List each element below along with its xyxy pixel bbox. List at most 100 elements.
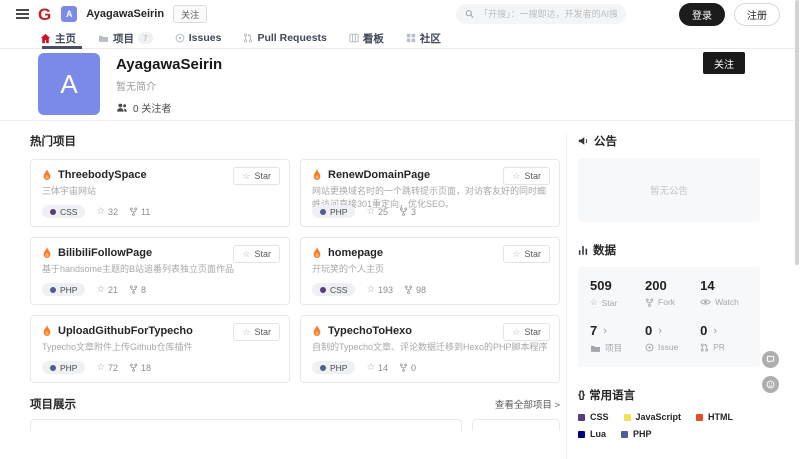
- search-icon: [465, 9, 474, 19]
- languages-list: CSS JavaScript HTML Lua PHP: [578, 412, 760, 439]
- star-count[interactable]: ☆193: [366, 284, 393, 295]
- view-all-projects-link[interactable]: 查看全部项目 >: [495, 397, 560, 411]
- follow-button[interactable]: 关注: [703, 52, 745, 74]
- followers-count: 0 关注者: [133, 100, 171, 115]
- stat-fork[interactable]: 200 Fork: [645, 278, 700, 308]
- language-item: Lua: [578, 429, 606, 439]
- scrollbar-thumb[interactable]: [795, 0, 799, 265]
- stat-prs[interactable]: 0› PR: [700, 323, 748, 354]
- languages-section: {} 常用语言 CSS JavaScript HTML Lua PHP: [578, 387, 760, 439]
- profile-bio: 暂无简介: [116, 78, 800, 93]
- register-button[interactable]: 注册: [734, 3, 780, 26]
- language-pill: PHP: [42, 361, 85, 374]
- star-icon: ☆: [242, 171, 250, 182]
- stat-watch[interactable]: 14 Watch: [700, 278, 748, 308]
- search-box[interactable]: [456, 4, 626, 24]
- project-description: Typecho文章附件上传Github仓库插件: [42, 341, 278, 354]
- language-color-swatch: [578, 414, 585, 421]
- flame-icon: [312, 247, 322, 259]
- gitee-logo[interactable]: G: [38, 6, 51, 23]
- announcement-title: 公告: [594, 133, 617, 149]
- profile-avatar: A: [38, 53, 100, 115]
- fork-icon: [645, 298, 654, 307]
- announcement-empty-text: 暂无公告: [650, 183, 688, 197]
- star-button[interactable]: ☆Star: [233, 167, 280, 185]
- tab-label: 主页: [55, 31, 76, 46]
- fork-count[interactable]: 3: [399, 207, 416, 217]
- languages-title: 常用语言: [589, 387, 635, 403]
- header-username[interactable]: AyagawaSeirin: [86, 8, 164, 20]
- floating-feedback-button[interactable]: [762, 351, 779, 368]
- fork-count[interactable]: 18: [129, 363, 151, 373]
- project-name[interactable]: TypechoToHexo: [328, 325, 412, 337]
- feedback-icon: [766, 355, 775, 364]
- fork-icon: [129, 363, 138, 372]
- announcement-empty-box: 暂无公告: [578, 158, 760, 222]
- star-count[interactable]: ☆32: [96, 206, 118, 217]
- project-description: 基于handsome主题的B站追番列表独立页面作品: [42, 263, 278, 276]
- star-count[interactable]: ☆21: [96, 284, 118, 295]
- project-card[interactable]: UploadGithubForTypecho ☆Star Typecho文章附件…: [30, 315, 290, 383]
- language-pill: CSS: [312, 283, 355, 296]
- profile-name: AyagawaSeirin: [116, 56, 800, 73]
- floating-service-button[interactable]: [762, 376, 779, 393]
- stat-issues[interactable]: 0› Issue: [645, 323, 700, 354]
- language-dot: [50, 287, 56, 293]
- tab-board[interactable]: 看板: [349, 28, 384, 48]
- flame-icon: [312, 169, 322, 181]
- project-name[interactable]: RenewDomainPage: [328, 169, 430, 181]
- star-button[interactable]: ☆Star: [503, 245, 550, 263]
- star-count[interactable]: ☆25: [366, 206, 388, 217]
- home-icon: [40, 33, 51, 44]
- pull-request-icon: [700, 343, 709, 352]
- folder-icon: [590, 344, 601, 353]
- projects-count-badge: 7: [138, 32, 153, 44]
- star-icon: ☆: [96, 284, 105, 295]
- fork-icon: [129, 285, 138, 294]
- language-dot: [50, 209, 56, 215]
- fork-count[interactable]: 98: [404, 285, 426, 295]
- project-name[interactable]: UploadGithubForTypecho: [58, 325, 193, 337]
- project-card[interactable]: ThreebodySpace ☆Star 三体宇宙网站 CSS ☆32 11: [30, 159, 290, 227]
- fork-count[interactable]: 8: [129, 285, 146, 295]
- tab-label: Pull Requests: [257, 32, 326, 44]
- left-column: 热门项目 ThreebodySpace ☆Star 三体宇宙网站 CSS ☆32…: [30, 133, 560, 431]
- project-card[interactable]: BilibiliFollowPage ☆Star 基于handsome主题的B站…: [30, 237, 290, 305]
- project-name[interactable]: BilibiliFollowPage: [58, 247, 152, 259]
- flame-icon: [312, 325, 322, 337]
- project-card[interactable]: homepage ☆Star 开玩笑的个人主页 CSS ☆193 98: [300, 237, 560, 305]
- star-button[interactable]: ☆Star: [233, 323, 280, 341]
- tab-home[interactable]: 主页: [40, 28, 76, 48]
- project-card[interactable]: TypechoToHexo ☆Star 自制的Typecho文章、评论数据迁移到…: [300, 315, 560, 383]
- star-count[interactable]: ☆72: [96, 362, 118, 373]
- tab-issues[interactable]: Issues: [175, 28, 222, 48]
- issue-icon: [645, 343, 654, 352]
- star-icon: ☆: [512, 249, 520, 260]
- header-follow-chip[interactable]: 关注: [173, 5, 207, 23]
- fork-count[interactable]: 0: [399, 363, 416, 373]
- language-pill: CSS: [42, 205, 85, 218]
- login-button[interactable]: 登录: [679, 3, 725, 26]
- issue-icon: [175, 33, 185, 43]
- star-button[interactable]: ☆Star: [503, 167, 550, 185]
- stat-projects[interactable]: 7› 项目: [590, 323, 645, 354]
- tab-pull-requests[interactable]: Pull Requests: [243, 28, 326, 48]
- stat-star[interactable]: 509 ☆Star: [590, 278, 645, 308]
- hamburger-menu-icon[interactable]: [16, 9, 29, 19]
- language-color-swatch: [621, 431, 628, 438]
- fork-icon: [404, 285, 413, 294]
- fork-count[interactable]: 11: [129, 207, 150, 217]
- tab-community[interactable]: 社区: [406, 28, 441, 48]
- star-button[interactable]: ☆Star: [233, 245, 280, 263]
- followers-row[interactable]: 0 关注者: [116, 100, 800, 115]
- project-card[interactable]: RenewDomainPage ☆Star 网站更换域名时的一个跳转提示页面，对…: [300, 159, 560, 227]
- tab-projects[interactable]: 项目 7: [98, 28, 153, 48]
- language-pill: PHP: [42, 283, 85, 296]
- project-name[interactable]: ThreebodySpace: [58, 169, 147, 181]
- search-input[interactable]: [479, 9, 617, 19]
- bar-chart-icon: [578, 245, 588, 255]
- project-name[interactable]: homepage: [328, 247, 383, 259]
- star-count[interactable]: ☆14: [366, 362, 388, 373]
- star-button[interactable]: ☆Star: [503, 323, 550, 341]
- profile-nav: 主页 项目 7 Issues Pull Requests 看板 社区: [0, 28, 800, 49]
